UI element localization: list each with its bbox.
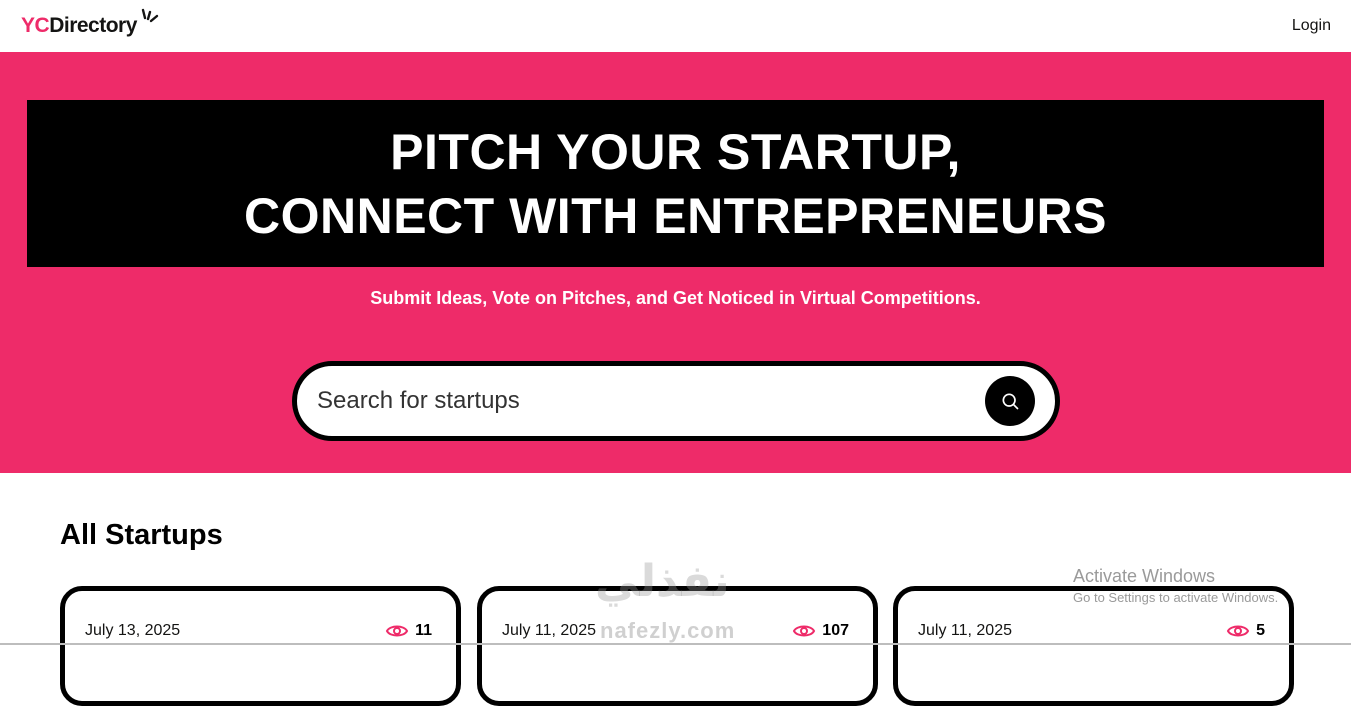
logo-text: Directory [49, 14, 137, 37]
hero-heading-line2: CONNECT WITH ENTREPRENEURS [243, 187, 1108, 244]
startup-views-count: 5 [1256, 622, 1265, 639]
search-button[interactable] [985, 376, 1035, 426]
watermark-url: nafezly.com [600, 618, 736, 643]
startup-card[interactable]: July 13, 2025 11 [60, 586, 461, 706]
search-input[interactable] [317, 387, 985, 415]
startup-views: 11 [385, 619, 432, 643]
startup-date: July 13, 2025 [85, 622, 181, 639]
hero-heading-line1: PITCH YOUR STARTUP, [390, 123, 961, 180]
eye-icon [1226, 625, 1250, 637]
startup-date: July 11, 2025 [502, 622, 596, 639]
navbar: YC Directory Login [0, 0, 1351, 52]
startup-views: 5 [1226, 619, 1265, 643]
logo-spark-icon [141, 8, 159, 23]
startup-views-count: 11 [415, 622, 432, 639]
activate-windows-title: Activate Windows [1073, 566, 1216, 586]
startup-date: July 11, 2025 [918, 622, 1012, 639]
logo[interactable]: YC Directory [21, 8, 161, 38]
eye-icon [385, 625, 409, 637]
login-link[interactable]: Login [1292, 17, 1331, 35]
eye-icon [793, 625, 816, 637]
watermark-arabic: نفذلي [595, 557, 730, 606]
startup-views-count: 107 [822, 622, 849, 639]
hero-banner: PITCH YOUR STARTUP, CONNECT WITH ENTREPR… [27, 100, 1324, 267]
hero-section: PITCH YOUR STARTUP, CONNECT WITH ENTREPR… [0, 52, 1351, 473]
hero-subtitle: Submit Ideas, Vote on Pitches, and Get N… [370, 288, 981, 308]
logo-prefix: YC [21, 14, 50, 37]
startup-views: 107 [792, 619, 849, 643]
search-icon [1002, 393, 1019, 410]
activate-windows-notice: Activate Windows Go to Settings to activ… [1073, 566, 1278, 605]
activate-windows-subtitle: Go to Settings to activate Windows. [1073, 590, 1279, 605]
search-form [292, 361, 1060, 441]
all-startups-title: All Startups [60, 519, 223, 551]
